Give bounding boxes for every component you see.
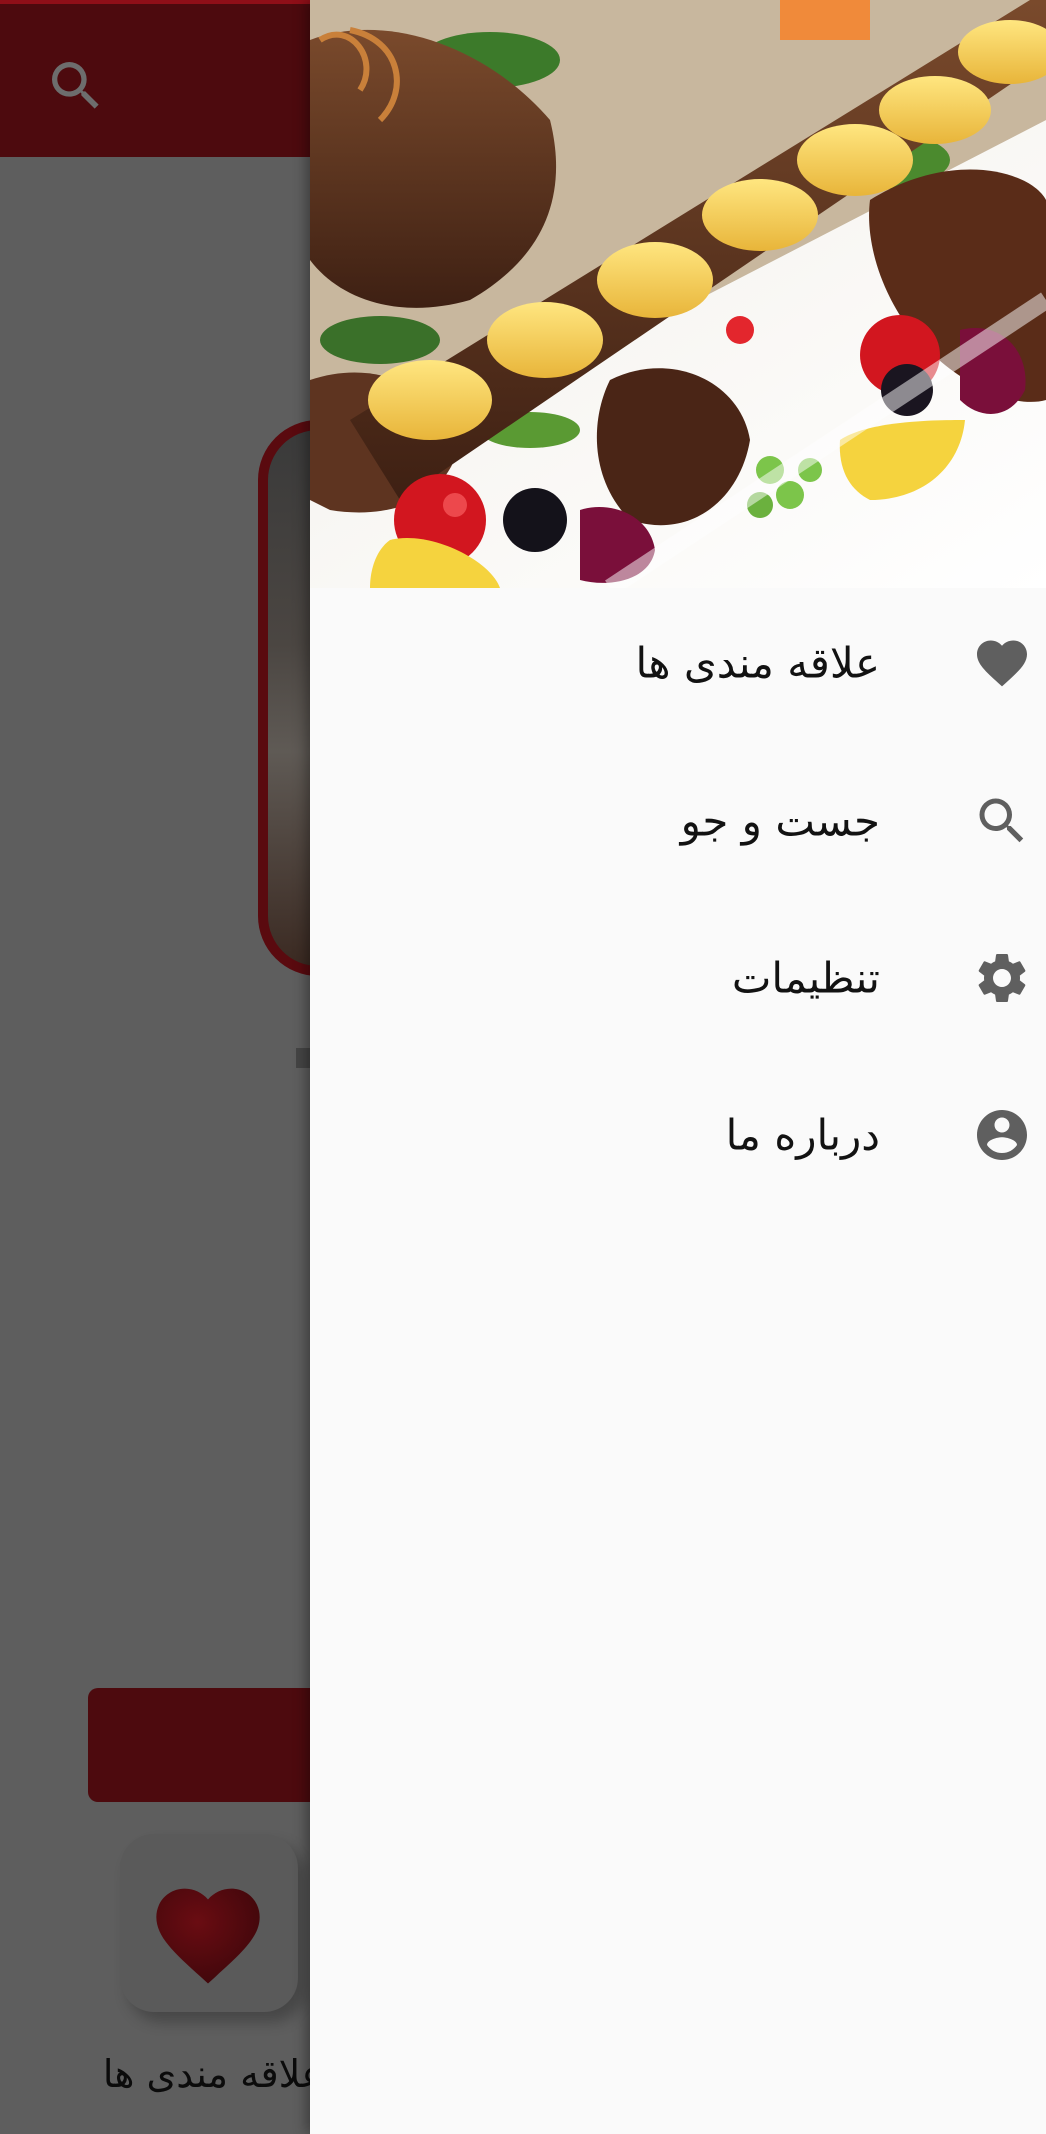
menu-item-settings[interactable]: تنظیمات xyxy=(310,903,1046,1053)
kebab-platter-image xyxy=(310,0,1046,588)
menu-item-search[interactable]: جست و جو xyxy=(310,746,1046,896)
app-root: علاقه مندی ها علاقه مندی ها جست و جو تنظ… xyxy=(0,0,1046,2134)
menu-item-about[interactable]: درباره ما xyxy=(310,1060,1046,1210)
recipe-card-title-fragment xyxy=(296,1048,310,1068)
menu-item-favorites[interactable]: علاقه مندی ها xyxy=(310,588,1046,738)
heart-icon xyxy=(156,1888,260,1984)
menu-item-label: علاقه مندی ها xyxy=(635,638,880,688)
heart-icon xyxy=(977,640,1027,687)
menu-item-label: جست و جو xyxy=(680,796,880,846)
search-icon[interactable] xyxy=(44,54,108,118)
navigation-drawer: علاقه مندی ها جست و جو تنظیمات درباره ما xyxy=(310,0,1046,2134)
drawer-header-image xyxy=(310,0,1046,588)
menu-item-label: تنظیمات xyxy=(731,953,880,1003)
menu-item-label: درباره ما xyxy=(725,1110,880,1160)
gear-icon xyxy=(978,954,1026,1002)
search-icon xyxy=(979,798,1024,843)
favorites-tile-label: علاقه مندی ها xyxy=(102,2052,324,2096)
account-circle-icon xyxy=(977,1110,1027,1160)
